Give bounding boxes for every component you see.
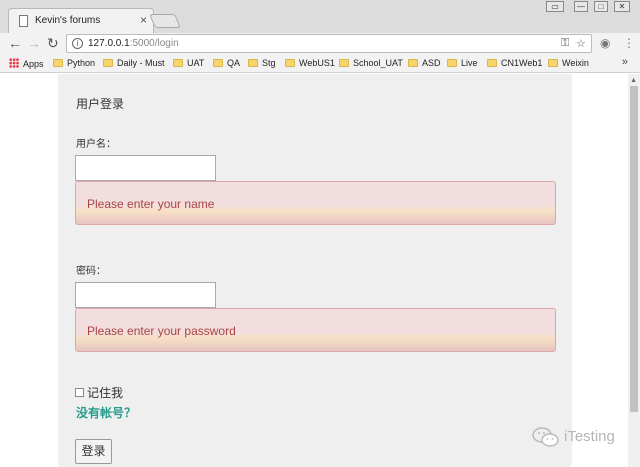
window-close-button[interactable]: ✕ xyxy=(614,1,630,12)
folder-icon xyxy=(173,59,183,67)
bookmark-cn1web1[interactable]: CN1Web1 xyxy=(487,58,542,68)
username-error-alert: Please enter your name xyxy=(75,181,556,225)
bookmark-qa[interactable]: QA xyxy=(213,58,240,68)
apps-grid-icon xyxy=(9,58,19,68)
folder-icon xyxy=(103,59,113,67)
folder-icon xyxy=(248,59,258,67)
bookmark-webus1[interactable]: WebUS1 xyxy=(285,58,335,68)
browser-tab[interactable]: Kevin's forums × xyxy=(8,8,154,33)
folder-icon xyxy=(285,59,295,67)
url-text: 127.0.0.1:5000/login xyxy=(88,38,179,49)
scrollbar-thumb[interactable] xyxy=(630,86,638,412)
register-link[interactable]: 没有帐号？ xyxy=(76,404,136,421)
bookmark-asd[interactable]: ASD xyxy=(408,58,441,68)
folder-icon xyxy=(548,59,558,67)
bookmark-uat[interactable]: UAT xyxy=(173,58,204,68)
watermark-text: iTesting xyxy=(564,428,615,445)
scroll-up-icon[interactable]: ▲ xyxy=(630,77,637,84)
password-label: 密码： xyxy=(76,266,106,277)
tab-title: Kevin's forums xyxy=(35,15,101,26)
wechat-icon xyxy=(532,427,559,447)
username-error-text: Please enter your name xyxy=(87,197,215,211)
bookmark-live[interactable]: Live xyxy=(447,58,478,68)
extension-icon[interactable]: ◉ xyxy=(600,36,610,50)
key-icon[interactable]: ⚿ xyxy=(561,37,569,50)
bookmark-school-uat[interactable]: School_UAT xyxy=(339,58,403,68)
forward-arrow-icon[interactable]: → xyxy=(27,35,41,51)
back-arrow-icon[interactable]: ← xyxy=(8,35,22,51)
folder-icon xyxy=(447,59,457,67)
folder-icon xyxy=(487,59,497,67)
address-bar[interactable]: i 127.0.0.1:5000/login ⚿ ☆ xyxy=(66,34,592,53)
bookmark-daily-must[interactable]: Daily - Must xyxy=(103,58,165,68)
bookmarks-more-icon[interactable]: » xyxy=(622,56,628,68)
url-host: 127.0.0.1 xyxy=(88,38,130,49)
bookmark-stg[interactable]: Stg xyxy=(248,58,276,68)
folder-icon xyxy=(53,59,63,67)
minimize-button[interactable]: — xyxy=(574,1,588,12)
bookmark-apps[interactable]: Apps xyxy=(9,58,44,69)
remember-me-checkbox[interactable] xyxy=(75,388,84,397)
url-path: :5000/login xyxy=(129,38,179,49)
password-error-alert: Please enter your password xyxy=(75,308,556,352)
maximize-button[interactable]: □ xyxy=(594,1,608,12)
folder-icon xyxy=(408,59,418,67)
bookmarks-bar: Apps Python Daily - Must UAT QA Stg WebU… xyxy=(0,55,640,73)
star-icon[interactable]: ☆ xyxy=(576,37,586,50)
user-profile-button[interactable]: ▭ xyxy=(546,1,564,12)
browser-toolbar: ← → ↻ i 127.0.0.1:5000/login ⚿ ☆ xyxy=(0,33,640,55)
menu-icon[interactable]: ⋮ xyxy=(623,36,635,50)
document-icon xyxy=(19,15,28,27)
bookmark-python[interactable]: Python xyxy=(53,58,95,68)
new-tab-button[interactable] xyxy=(149,14,181,28)
reload-icon[interactable]: ↻ xyxy=(47,35,59,51)
page-title: 用户登录 xyxy=(76,97,125,111)
folder-icon xyxy=(213,59,223,67)
close-icon[interactable]: × xyxy=(140,13,147,27)
info-icon[interactable]: i xyxy=(72,38,83,49)
remember-me-label: 记住我 xyxy=(87,386,124,400)
remember-me[interactable]: 记住我 xyxy=(75,384,123,401)
username-input[interactable] xyxy=(75,155,216,181)
bookmark-weixin[interactable]: Weixin xyxy=(548,58,589,68)
username-label: 用户名： xyxy=(76,139,116,150)
password-error-text: Please enter your password xyxy=(87,324,236,338)
login-button[interactable]: 登录 xyxy=(75,439,112,464)
password-input[interactable] xyxy=(75,282,216,308)
folder-icon xyxy=(339,59,349,67)
